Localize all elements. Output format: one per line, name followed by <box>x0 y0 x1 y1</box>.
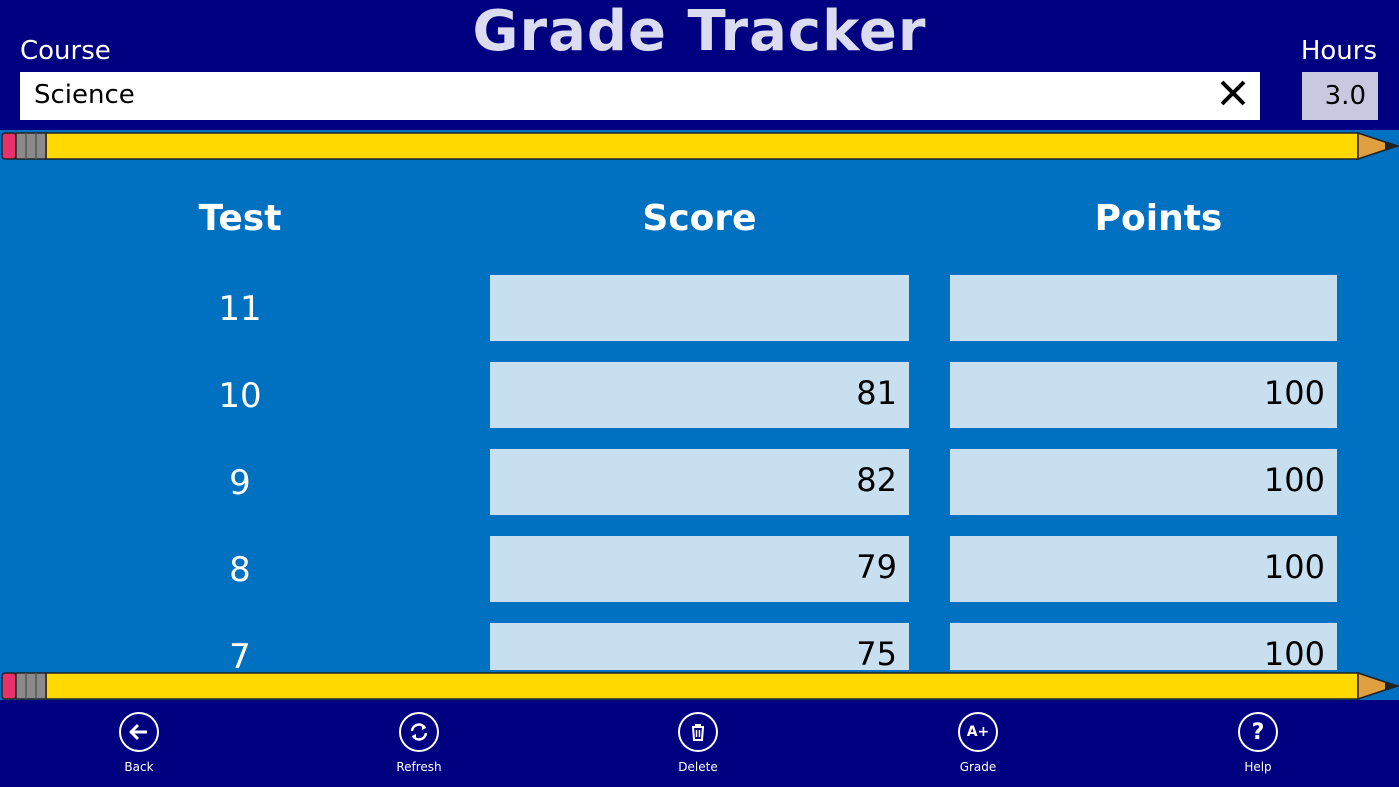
test-number: 8 <box>229 550 251 590</box>
clear-course-icon[interactable] <box>1216 78 1250 114</box>
hours-input[interactable]: 3.0 <box>1302 72 1378 120</box>
help-button[interactable]: ? Help <box>1208 712 1308 774</box>
points-input[interactable]: 100 <box>950 449 1337 515</box>
help-label: Help <box>1244 760 1272 774</box>
test-number: 10 <box>218 376 262 416</box>
table-row: 10 81 100 <box>0 362 1399 430</box>
score-input[interactable]: 82 <box>490 449 909 515</box>
score-input[interactable]: 79 <box>490 536 909 602</box>
help-icon-text: ? <box>1251 719 1265 745</box>
close-icon <box>1220 80 1246 106</box>
back-label: Back <box>124 760 154 774</box>
delete-button[interactable]: Delete <box>648 712 748 774</box>
grade-a-plus-icon: A+ <box>958 712 998 752</box>
course-input-value: Science <box>34 80 135 110</box>
score-input[interactable]: 81 <box>490 362 909 428</box>
points-input[interactable]: 100 <box>950 362 1337 428</box>
column-header-score: Score <box>642 198 757 239</box>
column-header-test: Test <box>198 198 282 239</box>
help-icon: ? <box>1238 712 1278 752</box>
test-number: 11 <box>218 289 262 329</box>
header: Grade Tracker Course Hours Science 3.0 <box>0 0 1399 131</box>
back-arrow-icon <box>119 712 159 752</box>
table-row: 11 <box>0 275 1399 343</box>
points-input[interactable]: 100 <box>950 536 1337 602</box>
points-input[interactable]: 100 <box>950 623 1337 670</box>
trash-icon <box>678 712 718 752</box>
refresh-button[interactable]: Refresh <box>369 712 469 774</box>
table-row: 9 82 100 <box>0 449 1399 517</box>
test-number: 9 <box>229 463 251 503</box>
app-title: Grade Tracker <box>472 0 927 64</box>
grade-button[interactable]: A+ Grade <box>928 712 1028 774</box>
grade-label: Grade <box>959 760 997 774</box>
refresh-label: Refresh <box>396 760 442 774</box>
course-label: Course <box>20 36 111 66</box>
back-button[interactable]: Back <box>89 712 189 774</box>
points-input[interactable] <box>950 275 1337 341</box>
refresh-icon <box>399 712 439 752</box>
app-bar: Back Refresh Delete A+ Grade ? Help <box>0 700 1399 787</box>
table-row: 8 79 100 <box>0 536 1399 604</box>
course-input[interactable]: Science <box>20 72 1260 120</box>
test-number: 7 <box>229 637 251 670</box>
grade-grid: Test Score Points 11 10 81 100 9 82 100 … <box>0 162 1399 670</box>
table-row: 7 75 100 <box>0 623 1399 670</box>
pencil-divider-bottom <box>0 670 1399 702</box>
pencil-divider-top <box>0 130 1399 162</box>
score-input[interactable]: 75 <box>490 623 909 670</box>
grade-icon-text: A+ <box>966 724 990 740</box>
delete-label: Delete <box>678 760 718 774</box>
score-input[interactable] <box>490 275 909 341</box>
column-header-points: Points <box>1094 198 1223 239</box>
hours-label: Hours <box>1300 36 1377 66</box>
